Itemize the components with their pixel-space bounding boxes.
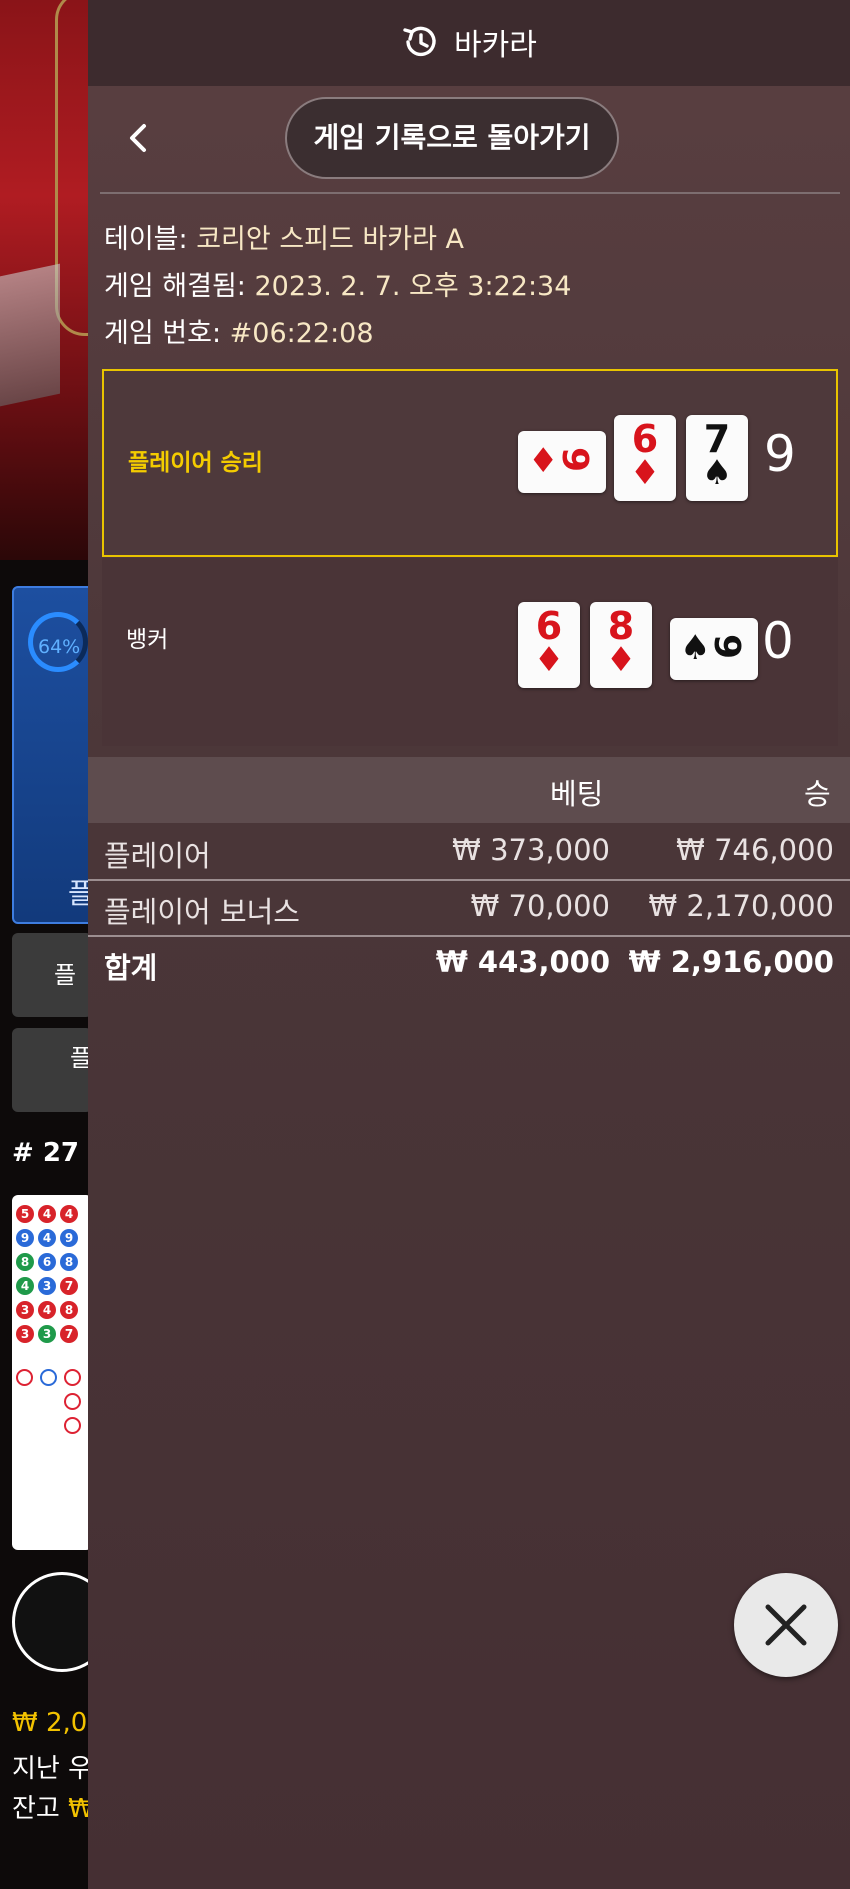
table-row: 플레이어 보너스 ₩ 70,000 ₩ 2,170,000	[88, 881, 850, 937]
close-button[interactable]	[734, 1573, 838, 1677]
bead-road-dot: 5	[16, 1205, 34, 1223]
history-clock-icon	[403, 26, 436, 57]
panel-header: 바카라	[88, 0, 850, 86]
resolved-info: 게임 해결됨: 2023. 2. 7. 오후 3:22:34	[104, 271, 572, 302]
side-bet-button-1[interactable]: 플	[12, 933, 92, 1017]
win-amount: ₩ 2,170,000	[648, 889, 834, 923]
bead-road-dot: 4	[60, 1205, 78, 1223]
progress-percent: 64%	[38, 636, 81, 658]
bead-road: 544949868437348337	[12, 1195, 92, 1550]
bead-road-dot: 3	[16, 1301, 34, 1319]
bead-road-dot: 3	[38, 1325, 56, 1343]
total-label: 합계	[104, 951, 158, 985]
chevron-left-icon[interactable]	[120, 118, 156, 158]
bet-name: 플레이어 보너스	[104, 895, 300, 929]
banker-score: 0	[762, 612, 794, 670]
balance-line: 잔고 ₩	[12, 1794, 94, 1824]
big-road-ring	[16, 1369, 33, 1386]
back-to-history-button[interactable]: 게임 기록으로 돌아가기	[285, 97, 619, 179]
round-number: # 27	[12, 1138, 80, 1168]
total-bet-amount: ₩ 2,0	[12, 1708, 88, 1738]
side-bet-button-2[interactable]: 플	[12, 1028, 92, 1112]
table-row: 플레이어 ₩ 373,000 ₩ 746,000	[88, 823, 850, 879]
player-score: 9	[764, 425, 796, 483]
playing-card: 7 ♠	[686, 415, 748, 501]
banker-result: 뱅커 6 ♦ 8 ♦ ♠ 9 0	[102, 558, 838, 746]
game-history-panel: 바카라 게임 기록으로 돌아가기 테이블: 코리안 스피드 바카라 A 게임 해…	[88, 0, 850, 1889]
big-road-ring	[64, 1417, 81, 1434]
bead-road-dot: 4	[38, 1229, 56, 1247]
bead-road-dot: 6	[38, 1253, 56, 1271]
bead-road-dot: 9	[60, 1229, 78, 1247]
panel-title: 바카라	[454, 28, 537, 63]
bead-road-dot: 4	[38, 1301, 56, 1319]
bead-road-dot: 4	[38, 1205, 56, 1223]
bet-column-header: 베팅	[550, 777, 604, 811]
playing-card: ♦ 9	[518, 431, 606, 493]
bead-road-dot: 9	[16, 1229, 34, 1247]
bets-table-header: 베팅 승	[88, 757, 850, 823]
last-win-label: 지난 우	[12, 1754, 93, 1784]
card-shoe	[0, 263, 60, 407]
divider	[100, 192, 840, 194]
big-road-ring	[64, 1369, 81, 1386]
playing-card: 6 ♦	[518, 602, 580, 688]
bead-road-dot: 3	[38, 1277, 56, 1295]
bead-road-dot: 7	[60, 1325, 78, 1343]
total-win-amount: ₩ 2,916,000	[628, 945, 834, 979]
bead-road-dot: 7	[60, 1277, 78, 1295]
win-amount: ₩ 746,000	[676, 833, 834, 867]
bead-road-dot: 3	[16, 1325, 34, 1343]
bet-amount: ₩ 70,000	[470, 889, 610, 923]
banker-label: 뱅커	[126, 627, 169, 653]
big-road-ring	[40, 1369, 57, 1386]
player-win-label: 플레이어 승리	[128, 450, 263, 476]
bead-road-dot: 8	[16, 1253, 34, 1271]
bet-name: 플레이어	[104, 839, 211, 873]
playing-card: 6 ♦	[614, 415, 676, 501]
game-number-info: 게임 번호: #06:22:08	[104, 318, 374, 349]
close-x-icon	[765, 1604, 807, 1646]
table-info: 테이블: 코리안 스피드 바카라 A	[104, 224, 464, 255]
big-road-ring	[64, 1393, 81, 1410]
bet-amount: ₩ 373,000	[452, 833, 610, 867]
bead-road-dot: 4	[16, 1277, 34, 1295]
table-total-row: 합계 ₩ 443,000 ₩ 2,916,000	[88, 937, 850, 993]
player-result: 플레이어 승리 ♦ 9 6 ♦ 7 ♠ 9	[102, 369, 838, 557]
win-column-header: 승	[804, 777, 831, 811]
bead-road-dot: 8	[60, 1253, 78, 1271]
bead-road-dot: 8	[60, 1301, 78, 1319]
playing-card: ♠ 9	[670, 618, 758, 680]
playing-card: 8 ♦	[590, 602, 652, 688]
total-bet-amount: ₩ 443,000	[435, 945, 610, 979]
